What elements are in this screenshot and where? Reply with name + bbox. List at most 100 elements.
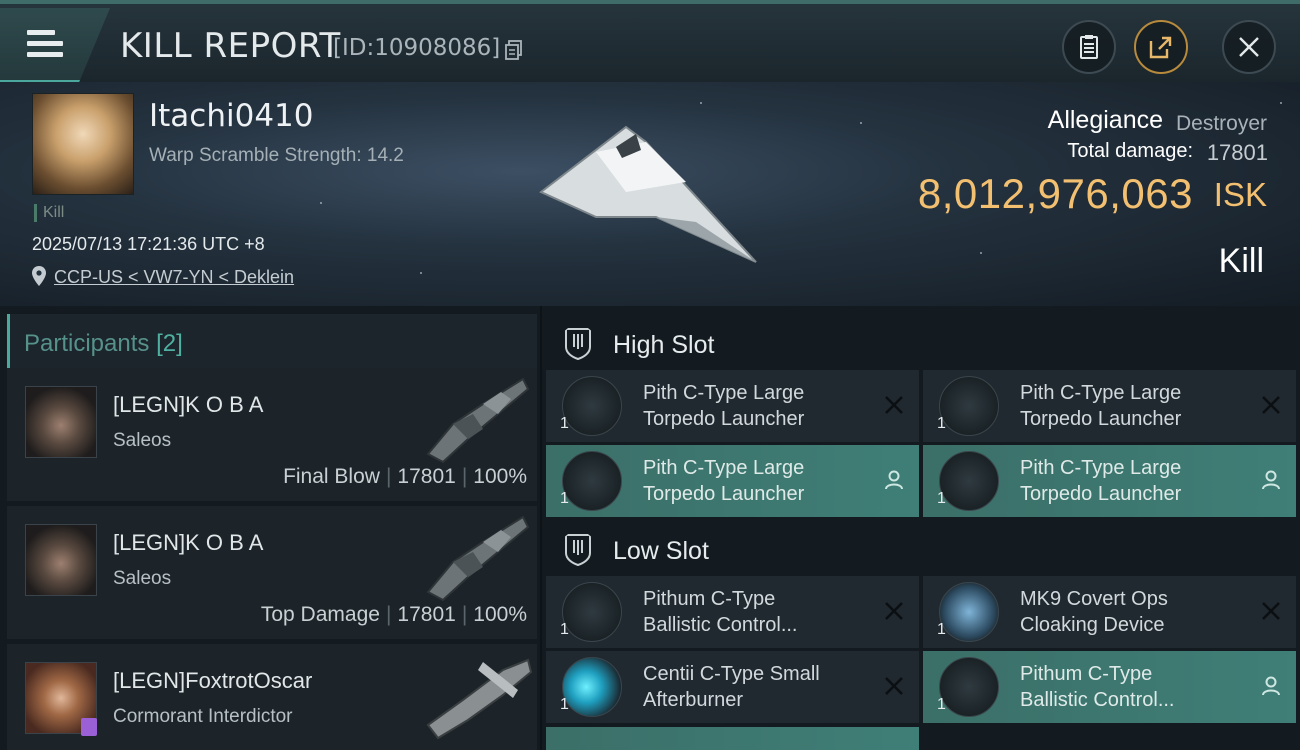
participant-ship-image (426, 515, 530, 602)
header-bar: KILL REPORT [ID:10908086] (0, 0, 1300, 82)
person-icon (1262, 676, 1280, 696)
participant-role: Final Blow (283, 465, 380, 488)
module-item[interactable]: 1 Pith C-Type Large Torpedo Launcher (923, 370, 1296, 442)
module-quantity: 1 (937, 415, 946, 432)
low-slot-header: Low Slot (542, 518, 1300, 580)
module-item[interactable]: 1 Centii C-Type Small Afterburner (546, 651, 919, 723)
module-item[interactable]: 1 Pith C-Type Large Torpedo Launcher (923, 445, 1296, 517)
participant-name: [LEGN]K O B A (113, 392, 264, 417)
clipboard-button[interactable] (1062, 20, 1116, 74)
participant-row[interactable]: [LEGN]K O B A Saleos Final Blow | 17801 | 10… (7, 368, 537, 501)
fitting-panel: High Slot 1 Pith C-Type Large Torpedo Lau… (542, 306, 1300, 750)
kill-tag: Kill (34, 204, 64, 222)
module-quantity: 1 (937, 696, 946, 713)
report-id: [ID:10908086] (333, 35, 501, 61)
module-name: Pith C-Type Large Torpedo Launcher (1020, 382, 1182, 430)
module-quantity: 1 (560, 415, 569, 432)
low-slot-title: Low Slot (613, 537, 709, 565)
module-item[interactable]: 1 Pithum C-Type Ballistic Control... (546, 576, 919, 648)
participant-badge-icon (81, 718, 97, 736)
participant-name: [LEGN]K O B A (113, 530, 264, 555)
module-item[interactable]: 1 Pith C-Type Large Torpedo Launcher (546, 445, 919, 517)
victim-ship-image[interactable] (536, 122, 766, 272)
ballistic-control-icon (939, 657, 999, 717)
module-quantity: 1 (937, 621, 946, 638)
participant-percent: 100% (473, 603, 527, 626)
participants-label: Participants (24, 330, 150, 357)
kill-datetime: 2025/07/13 17:21:36 UTC +8 (32, 234, 265, 254)
module-quantity: 1 (560, 621, 569, 638)
torpedo-launcher-icon (562, 451, 622, 511)
high-slot-icon (565, 328, 591, 361)
isk-unit: ISK (1213, 176, 1267, 213)
location-pin-icon (32, 266, 46, 286)
participant-ship: Cormorant Interdictor (113, 706, 293, 727)
participant-avatar[interactable] (25, 524, 97, 596)
module-item[interactable]: 1 Pithum C-Type Ballistic Control... (923, 651, 1296, 723)
module-name: MK9 Covert Ops Cloaking Device (1020, 588, 1168, 636)
participant-ship: Saleos (113, 568, 172, 589)
person-icon (885, 470, 903, 490)
participant-stats: Top Damage | 17801 | 100% (260, 603, 527, 626)
total-damage-value: 17801 (1206, 140, 1268, 165)
result-label: Kill (1218, 242, 1264, 280)
module-name: Centii C-Type Small Afterburner (643, 663, 820, 711)
isk-value: 8,012,976,063 (917, 170, 1193, 217)
module-quantity: 1 (937, 490, 946, 507)
participant-ship-image (426, 377, 530, 464)
participants-panel: Participants [2] [LEGN]K O B A Saleos Fi… (0, 306, 540, 750)
close-button[interactable] (1222, 20, 1276, 74)
module-quantity: 1 (560, 696, 569, 713)
participant-name: [LEGN]FoxtrotOscar (113, 668, 313, 693)
location-link[interactable]: CCP-US < VW7-YN < Deklein (54, 267, 294, 288)
destroyed-icon (1262, 396, 1280, 414)
module-name: Pith C-Type Large Torpedo Launcher (1020, 457, 1182, 505)
participant-damage: 17801 (397, 465, 456, 488)
torpedo-launcher-icon (939, 451, 999, 511)
participant-damage: 17801 (397, 603, 456, 626)
victim-avatar[interactable] (32, 93, 134, 195)
afterburner-icon (562, 657, 622, 717)
participant-role: Top Damage (260, 603, 380, 626)
page-title: KILL REPORT (120, 26, 341, 66)
module-item[interactable]: 1 MK9 Covert Ops Cloaking Device (923, 576, 1296, 648)
menu-icon (27, 30, 63, 60)
participant-stats: Final Blow | 17801 | 100% (283, 465, 527, 488)
participant-avatar[interactable] (25, 386, 97, 458)
module-item[interactable]: 1 Pith C-Type Large Torpedo Launcher (546, 370, 919, 442)
module-name: Pithum C-Type Ballistic Control... (643, 588, 798, 636)
person-icon (1262, 470, 1280, 490)
participant-percent: 100% (473, 465, 527, 488)
destroyed-icon (885, 602, 903, 620)
allegiance-value: Destroyer (1175, 112, 1267, 135)
participant-row[interactable]: [LEGN]FoxtrotOscar Cormorant Interdictor (7, 644, 537, 750)
torpedo-launcher-icon (939, 376, 999, 436)
low-slot-icon (565, 534, 591, 567)
copy-icon[interactable] (505, 40, 523, 60)
destroyed-icon (885, 677, 903, 695)
victim-name[interactable]: Itachi0410 (149, 98, 314, 134)
victim-banner: Itachi0410 Warp Scramble Strength: 14.2 … (0, 82, 1300, 306)
module-name: Pith C-Type Large Torpedo Launcher (643, 457, 805, 505)
allegiance-label: Allegiance (1047, 106, 1163, 134)
module-item-partial[interactable] (546, 727, 919, 750)
high-slot-header: High Slot (542, 312, 1300, 374)
clipboard-icon (1080, 35, 1098, 59)
torpedo-launcher-icon (562, 376, 622, 436)
warp-scramble-strength: Warp Scramble Strength: 14.2 (149, 145, 404, 166)
module-name: Pithum C-Type Ballistic Control... (1020, 663, 1175, 711)
total-damage-label: Total damage: (1067, 140, 1193, 162)
share-button[interactable] (1134, 20, 1188, 74)
module-name: Pith C-Type Large Torpedo Launcher (643, 382, 805, 430)
share-icon (1149, 36, 1172, 59)
destroyed-icon (1262, 602, 1280, 620)
ballistic-control-icon (562, 582, 622, 642)
participants-header: Participants [2] (7, 314, 537, 370)
cloaking-device-icon (939, 582, 999, 642)
destroyed-icon (885, 396, 903, 414)
participant-ship-image (426, 658, 533, 740)
menu-button[interactable] (0, 8, 110, 82)
participant-row[interactable]: [LEGN]K O B A Saleos Top Damage | 17801 | 10… (7, 506, 537, 639)
participants-count: [2] (156, 330, 183, 357)
close-icon (1239, 37, 1259, 57)
